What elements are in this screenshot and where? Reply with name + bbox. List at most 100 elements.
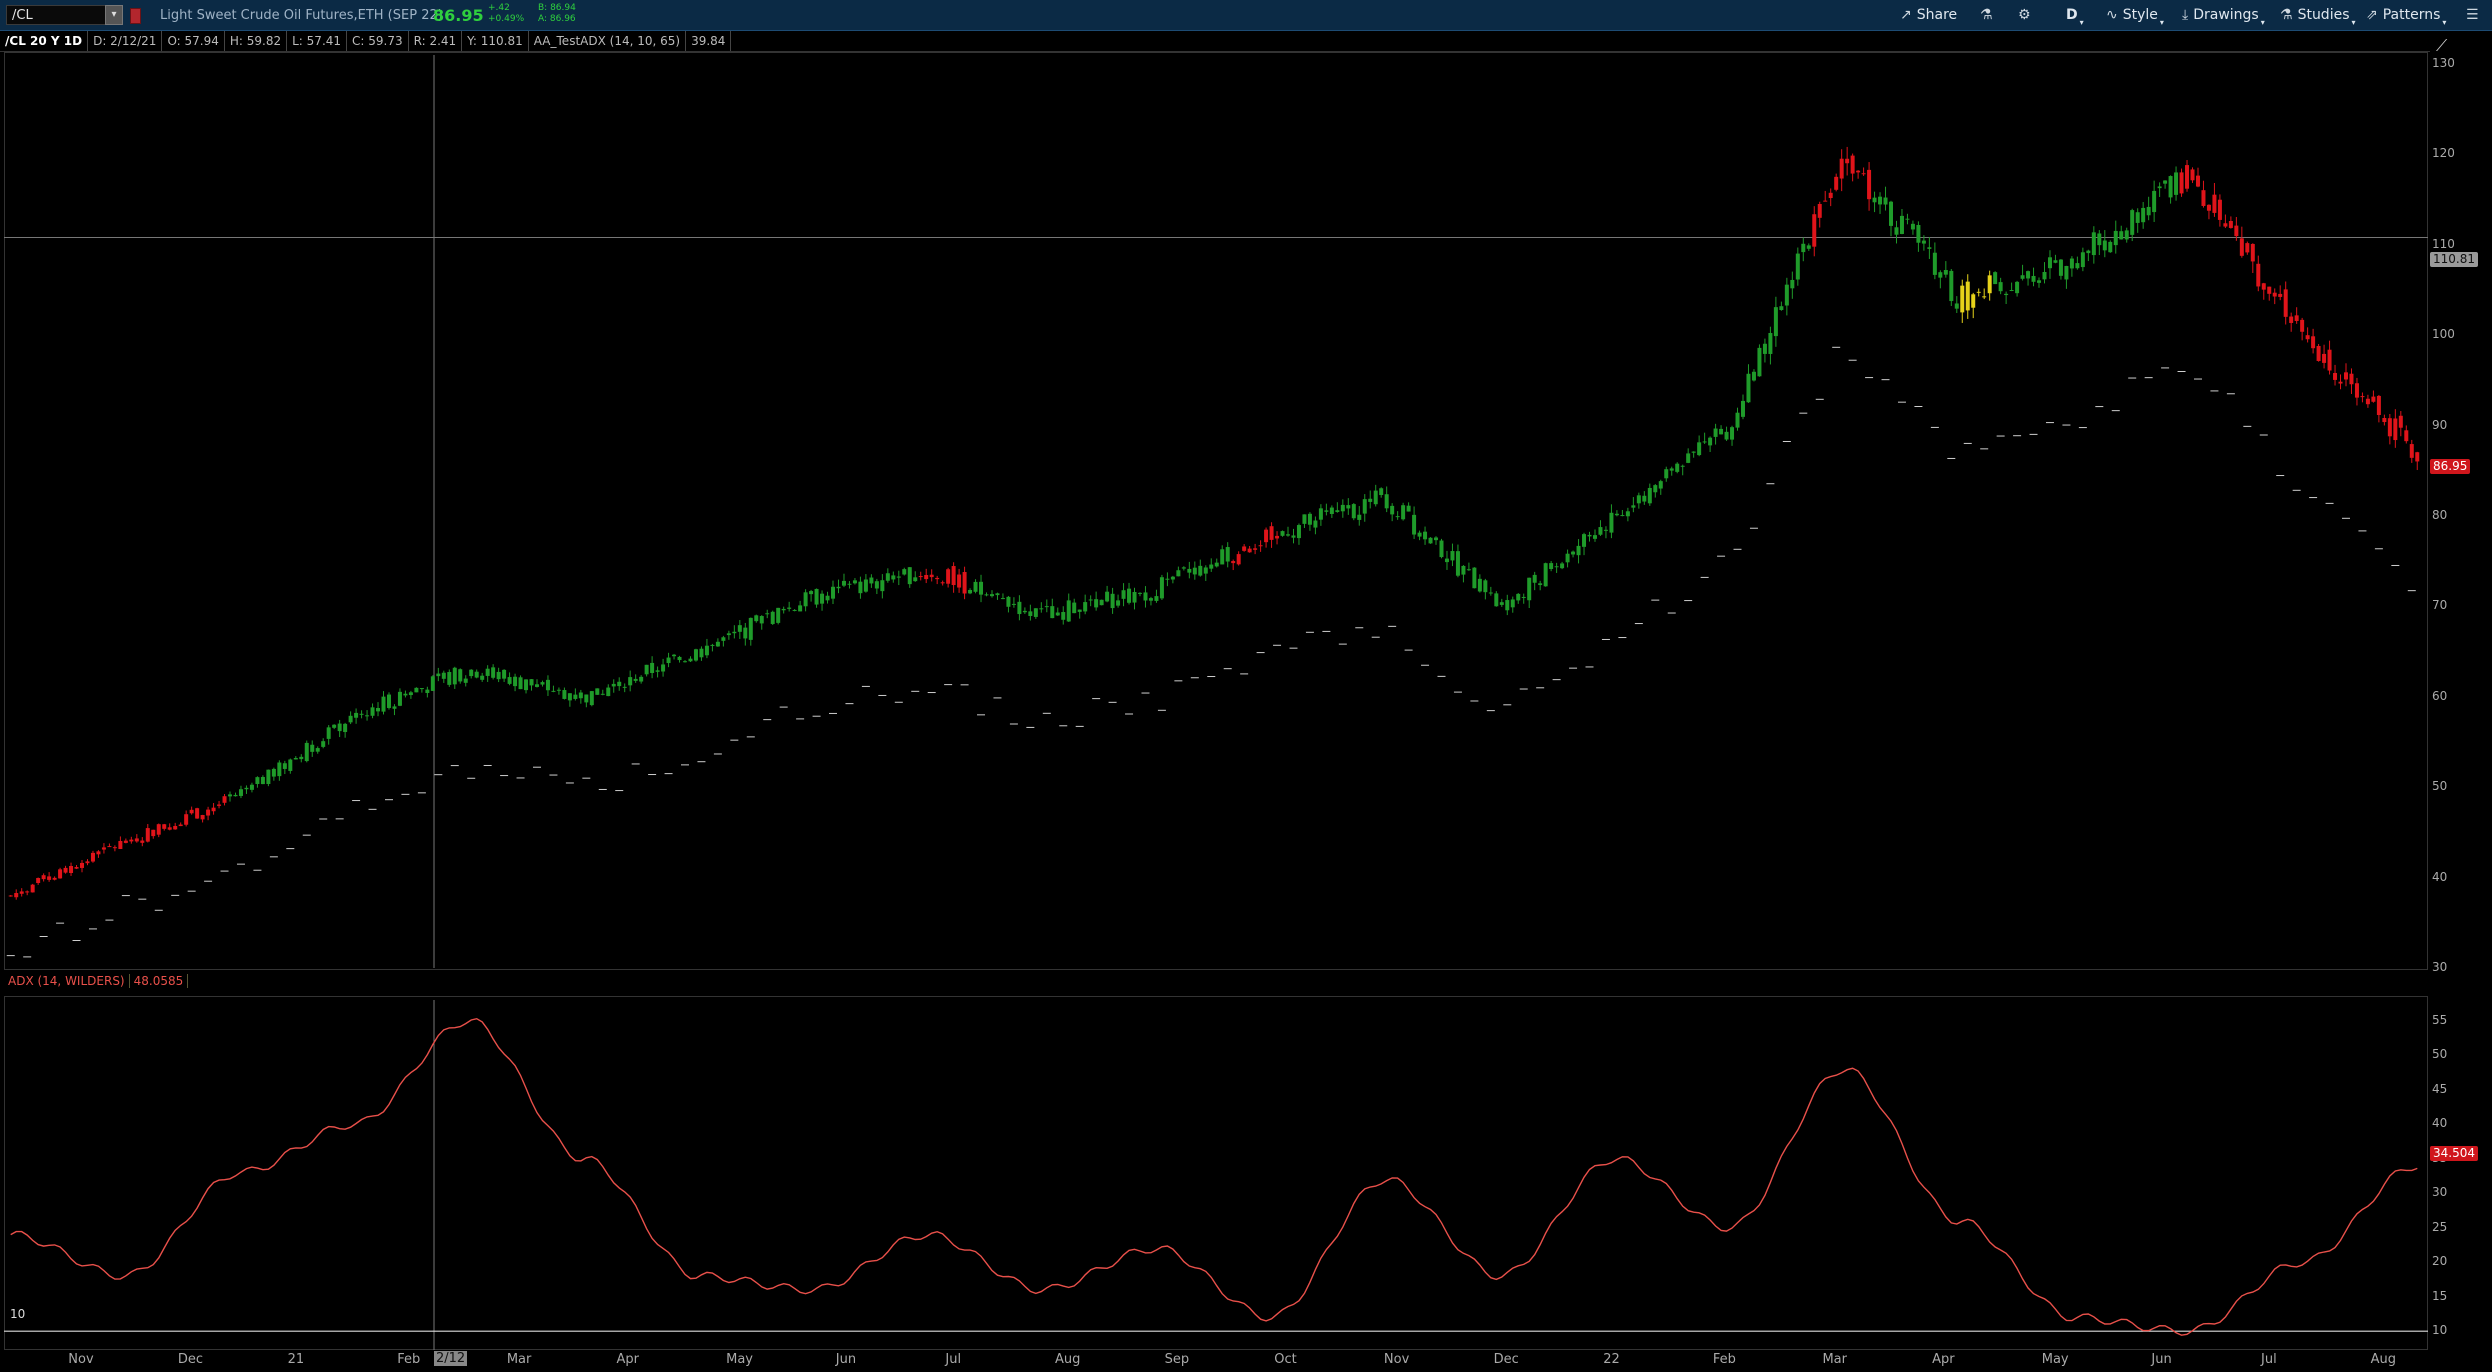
candle-body — [1209, 564, 1214, 569]
candle-body — [2195, 175, 2200, 187]
candle-body — [1335, 510, 1340, 512]
candle-body — [584, 694, 589, 703]
chart-canvas[interactable] — [0, 0, 2492, 1372]
candle-body — [1154, 596, 1159, 601]
candle-body — [41, 875, 46, 880]
candle-body — [726, 633, 731, 636]
candle-body — [1110, 593, 1115, 609]
candle-body — [820, 593, 825, 604]
candle-body — [534, 684, 539, 687]
candle-body — [496, 671, 501, 680]
candle-body — [617, 681, 622, 687]
candle-body — [1176, 570, 1181, 577]
candle-body — [935, 577, 940, 580]
candle-body — [2278, 293, 2283, 297]
candle-body — [1450, 551, 1455, 561]
candle-body — [381, 696, 386, 712]
candle-body — [2201, 190, 2206, 206]
candle-body — [2376, 395, 2381, 415]
candle-body — [1735, 412, 1740, 428]
candle-body — [1351, 504, 1356, 519]
candle-body — [1889, 201, 1894, 226]
candle-body — [814, 588, 819, 605]
candle-body — [447, 672, 452, 685]
candle-body — [2228, 220, 2233, 228]
price-tick-label: 50 — [2432, 779, 2448, 794]
candle-body — [1127, 588, 1132, 603]
candle-body — [2261, 283, 2266, 290]
adx-tick-label: 50 — [2432, 1047, 2448, 1062]
candle-body — [189, 809, 194, 814]
candle-body — [1543, 563, 1548, 587]
candle-body — [1872, 197, 1877, 203]
candle-body — [1861, 173, 1866, 175]
candle-body — [737, 625, 742, 632]
candle-body — [178, 824, 183, 827]
candle-body — [2037, 280, 2042, 283]
candle-body — [1033, 608, 1038, 617]
candle-body — [1088, 599, 1093, 601]
price-tick-label: 130 — [2432, 56, 2455, 71]
candle-body — [556, 689, 561, 691]
candle-body — [2015, 281, 2020, 294]
candle-body — [721, 637, 726, 641]
candle-body — [1878, 196, 1883, 205]
candle-body — [1477, 578, 1482, 592]
candle-body — [1691, 451, 1696, 453]
candle-body — [1499, 602, 1504, 605]
candle-body — [211, 807, 216, 812]
candle-body — [195, 808, 200, 819]
candle-body — [1746, 373, 1751, 403]
candle-body — [249, 784, 254, 790]
candle-body — [1269, 526, 1274, 540]
candle-body — [524, 679, 529, 691]
candle-body — [666, 657, 671, 664]
candle-body — [1406, 505, 1411, 512]
candle-body — [1220, 549, 1225, 565]
candle-body — [1905, 218, 1910, 220]
candle-body — [386, 694, 391, 708]
price-tick-label: 70 — [2432, 598, 2448, 613]
candle-body — [1921, 240, 1926, 244]
candle-body — [129, 839, 134, 842]
candle-body — [2217, 199, 2222, 220]
candle-body — [957, 574, 962, 588]
candle-body — [1494, 593, 1499, 607]
candle-body — [1313, 520, 1318, 528]
candle-body — [1894, 227, 1899, 235]
time-tick-label: Sep — [1164, 1352, 1190, 1367]
candle-body — [748, 617, 753, 640]
candle-body — [1680, 465, 1685, 467]
adx-last-label: 34.504 — [2430, 1146, 2478, 1161]
candle-body — [1730, 427, 1735, 440]
candle-body — [2272, 292, 2277, 297]
candle-body — [1384, 494, 1389, 509]
candle-body — [1253, 548, 1258, 550]
adx-tick-label: 10 — [2432, 1323, 2448, 1338]
candle-body — [321, 741, 326, 747]
candle-body — [2069, 258, 2074, 269]
candle-body — [1225, 547, 1230, 562]
candle-body — [2146, 206, 2151, 216]
adx-tick-label: 20 — [2432, 1254, 2448, 1269]
candle-body — [1806, 245, 1811, 249]
candle-body — [1576, 545, 1581, 556]
candle-body — [907, 567, 912, 585]
candle-body — [2108, 241, 2113, 253]
candle-body — [52, 877, 57, 880]
adx-tick-label: 45 — [2432, 1081, 2448, 1096]
candle-body — [392, 706, 397, 709]
candle-body — [540, 682, 545, 685]
candle-body — [370, 707, 375, 716]
candle-body — [951, 566, 956, 586]
candle-body — [1017, 601, 1022, 615]
candle-body — [151, 829, 156, 837]
candle-body — [672, 654, 677, 657]
candle-body — [14, 893, 19, 898]
candle-body — [2354, 383, 2359, 398]
candle-body — [156, 824, 161, 835]
candle-body — [1560, 563, 1565, 569]
candle-body — [2174, 172, 2179, 195]
time-tick-label: Feb — [397, 1352, 421, 1367]
time-tick-label: Mar — [506, 1352, 532, 1367]
